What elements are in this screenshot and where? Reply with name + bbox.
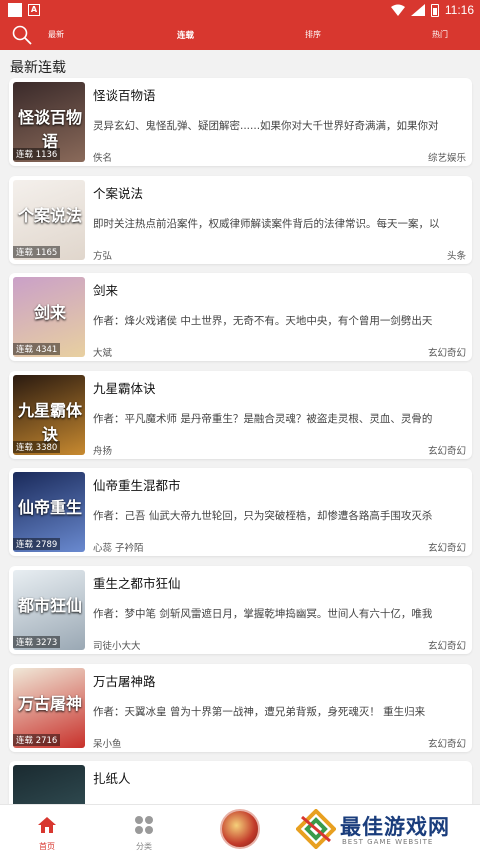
book-card[interactable]: 万古屠神连载 2716 万古屠神路作者：天翼冰皇 曾为十界第一战神，遭兄弟背叛，身… <box>9 663 472 752</box>
book-title: 重生之都市狂仙 <box>93 576 181 591</box>
book-category: 综艺娱乐 <box>427 153 466 164</box>
book-description: 作者：天翼冰皇 曾为十界第一战神，遭兄弟背叛，身死魂灭！ 重生归来 <box>93 705 426 718</box>
book-title: 扎纸人 <box>93 771 131 787</box>
top-nav-bar: 最新 连载 排序 热门 <box>0 20 480 50</box>
book-cover-text: 剑来 <box>33 303 66 323</box>
book-category: 玄幻奇幻 <box>427 738 466 750</box>
book-author: 大斌 <box>93 348 113 360</box>
book-cover: 九星霸体诀 连载 3380 <box>13 374 85 455</box>
book-category: 玄幻奇幻 <box>427 641 466 652</box>
book-card[interactable]: 九星霸体诀 连载 3380 九星霸体诀 作者：平凡魔术师 是丹帝重生？是融合灵魂？被盗… <box>9 370 472 459</box>
tab-3[interactable]: 热门 <box>432 29 448 40</box>
book-title: 个案说法 <box>93 185 144 201</box>
book-title: 仙帝重生混都市 <box>93 478 181 494</box>
notification-a-icon: A <box>28 4 40 16</box>
battery-icon <box>430 3 439 17</box>
status-bar: A 11:16 <box>0 0 480 20</box>
book-author: 方弘 <box>93 250 113 262</box>
book-cover: 怪谈百物语 连载 1136 <box>13 82 85 162</box>
book-author: 心蕊 子衿陌 <box>93 543 144 555</box>
book-category: 玄幻奇幻 <box>427 348 466 360</box>
book-title: 万古屠神路 <box>93 673 156 689</box>
book-author: 呆小鱼 <box>93 738 122 750</box>
chapter-badge: 连载 4341 <box>13 343 61 356</box>
chapter-badge: 连载 2716 <box>13 733 61 746</box>
book-card[interactable]: 都市狂仙连载 3273 重生之都市狂仙作者：梦中笔 剑斩风雷遮日月，掌握乾坤捣幽冥… <box>9 566 472 654</box>
book-card[interactable]: 剑来 连载 4341 剑来 作者：烽火戏诸侯 中土世界，无奇不有。天地中央，有个曾用一… <box>9 273 472 362</box>
section-title: 最新连载 <box>10 60 66 76</box>
book-cover: 都市狂仙连载 3273 <box>13 570 85 650</box>
book-cover: 万古屠神连载 2716 <box>13 667 85 748</box>
book-cover-text: 仙帝重生 <box>17 498 82 518</box>
tab-2[interactable]: 排序 <box>305 29 321 40</box>
tab-0[interactable]: 最新 <box>48 29 64 40</box>
chapter-badge: 连载 3380 <box>13 440 61 453</box>
chapter-badge: 连载 1136 <box>13 148 61 160</box>
nav-category[interactable]: 分类 <box>124 811 164 851</box>
home-icon <box>38 817 56 833</box>
nav-home[interactable]: 首页 <box>27 811 67 851</box>
book-category: 头条 <box>446 250 466 262</box>
book-category: 玄幻奇幻 <box>427 543 466 555</box>
book-title: 怪谈百物语 <box>93 88 156 103</box>
avatar[interactable] <box>220 809 260 849</box>
book-cover-text: 万古屠神 <box>17 693 82 713</box>
book-card[interactable]: 仙帝重生连载 2789 仙帝重生混都市作者：己吾 仙武大帝九世轮回，只为突破桎梏，… <box>9 468 472 557</box>
book-category: 玄幻奇幻 <box>427 445 466 457</box>
book-description: 作者：平凡魔术师 是丹帝重生？是融合灵魂？被盗走灵根、灵血、灵骨的 <box>93 412 433 425</box>
book-cover: 剑来连载 4341 <box>13 277 85 358</box>
book-cover-text: 都市狂仙 <box>17 596 82 615</box>
watermark: 最佳游戏网 BEST GAME WEBSITE <box>290 805 480 852</box>
clock: 11:16 <box>444 3 474 17</box>
book-description: 作者：梦中笔 剑斩风雷遮日月，掌握乾坤捣幽冥。世间人有六十亿，唯我 <box>93 608 433 620</box>
book-description: 作者：烽火戏诸侯 中土世界，无奇不有。天地中央，有个曾用一剑劈出天 <box>93 315 433 328</box>
grid-icon <box>135 816 153 834</box>
book-author: 佚名 <box>93 153 113 164</box>
tab-1[interactable]: 连载 <box>177 29 194 41</box>
nav-home-label: 首页 <box>39 842 55 851</box>
book-title: 剑来 <box>93 283 119 299</box>
category-tabs: 最新 连载 排序 热门 <box>0 20 480 50</box>
book-cover-text: 个案说法 <box>17 205 82 225</box>
book-description: 作者：己吾 仙武大帝九世轮回，只为突破桎梏，却惨遭各路高手围攻灭杀 <box>93 510 433 523</box>
book-title: 九星霸体诀 <box>93 380 156 396</box>
book-cover-text: 九星霸体诀 <box>17 400 82 444</box>
chapter-badge: 连载 2789 <box>13 538 61 551</box>
book-card[interactable]: 个案说法 连载 1165 个案说法 即时关注热点前沿案件，权威律师解读案件背后的法律常… <box>9 175 472 264</box>
book-description: 即时关注热点前沿案件，权威律师解读案件背后的法律常识。每天一案，以 <box>93 217 440 230</box>
chapter-badge: 连载 1165 <box>13 245 61 258</box>
book-card[interactable]: 怪谈百物语 连载 1136 怪谈百物语 灵异玄幻、鬼怪乱弹、疑团解密......如果你… <box>9 78 472 166</box>
book-cover-text: 怪谈百物语 <box>17 108 82 151</box>
status-icons: 11:16 <box>390 1 474 19</box>
notification-app-icon <box>8 3 22 17</box>
watermark-logo-icon <box>296 809 336 849</box>
book-description: 灵异玄幻、鬼怪乱弹、疑团解密......如果你对大千世界好奇满满，如果你对 <box>93 120 439 132</box>
wifi-icon <box>390 4 405 16</box>
watermark-title: 最佳游戏网 <box>340 815 450 839</box>
book-cover: 个案说法连载 1165 <box>13 179 85 260</box>
signal-icon <box>410 4 425 16</box>
watermark-subtitle: BEST GAME WEBSITE <box>342 838 434 846</box>
nav-category-label: 分类 <box>136 842 152 851</box>
bottom-nav-bar: 首页 分类 最佳游戏网 BEST GAME WEBSITE <box>0 804 480 852</box>
book-author: 舟扬 <box>93 445 113 457</box>
chapter-badge: 连载 3273 <box>13 636 61 648</box>
book-author: 司徒小大大 <box>93 641 141 652</box>
book-cover: 仙帝重生连载 2789 <box>13 472 85 553</box>
